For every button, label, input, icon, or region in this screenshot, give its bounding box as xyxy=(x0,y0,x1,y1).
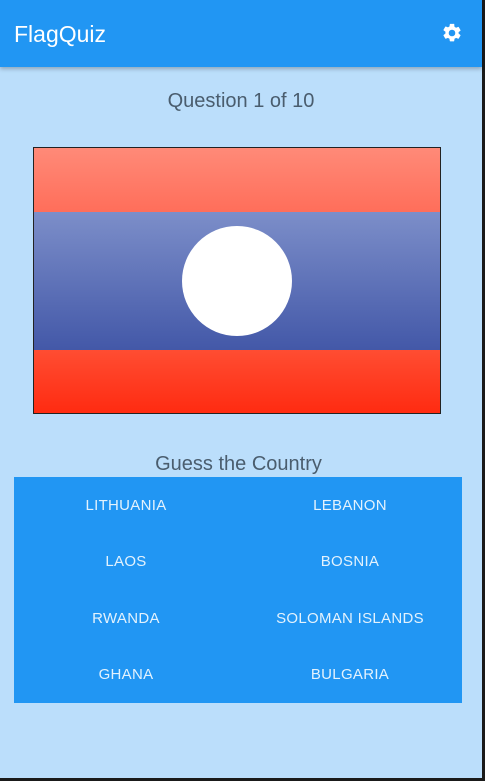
app-title: FlagQuiz xyxy=(14,21,107,47)
answer-button-ghana[interactable]: GHANA xyxy=(14,647,238,704)
answer-button-bulgaria[interactable]: BULGARIA xyxy=(238,647,462,704)
gear-icon xyxy=(443,23,461,42)
flag-image xyxy=(33,147,441,414)
answer-button-lebanon[interactable]: LEBANON xyxy=(238,477,462,534)
settings-button[interactable] xyxy=(440,21,464,45)
question-counter: Question 1 of 10 xyxy=(167,90,315,112)
guess-prompt: Guess the Country xyxy=(155,453,322,475)
answer-button-soloman-islands[interactable]: SOLOMAN ISLANDS xyxy=(238,590,462,647)
flag-stripe-bottom xyxy=(34,350,440,413)
answer-button-rwanda[interactable]: RWANDA xyxy=(14,590,238,647)
app-bar: FlagQuiz xyxy=(0,0,482,67)
flag-stripe-top xyxy=(34,148,440,212)
flag-circle xyxy=(182,226,292,336)
answer-button-bosnia[interactable]: BOSNIA xyxy=(238,534,462,591)
answer-button-lithuania[interactable]: LITHUANIA xyxy=(14,477,238,534)
answer-grid: LITHUANIA LEBANON LAOS BOSNIA RWANDA SOL… xyxy=(14,477,462,703)
answer-button-laos[interactable]: LAOS xyxy=(14,534,238,591)
